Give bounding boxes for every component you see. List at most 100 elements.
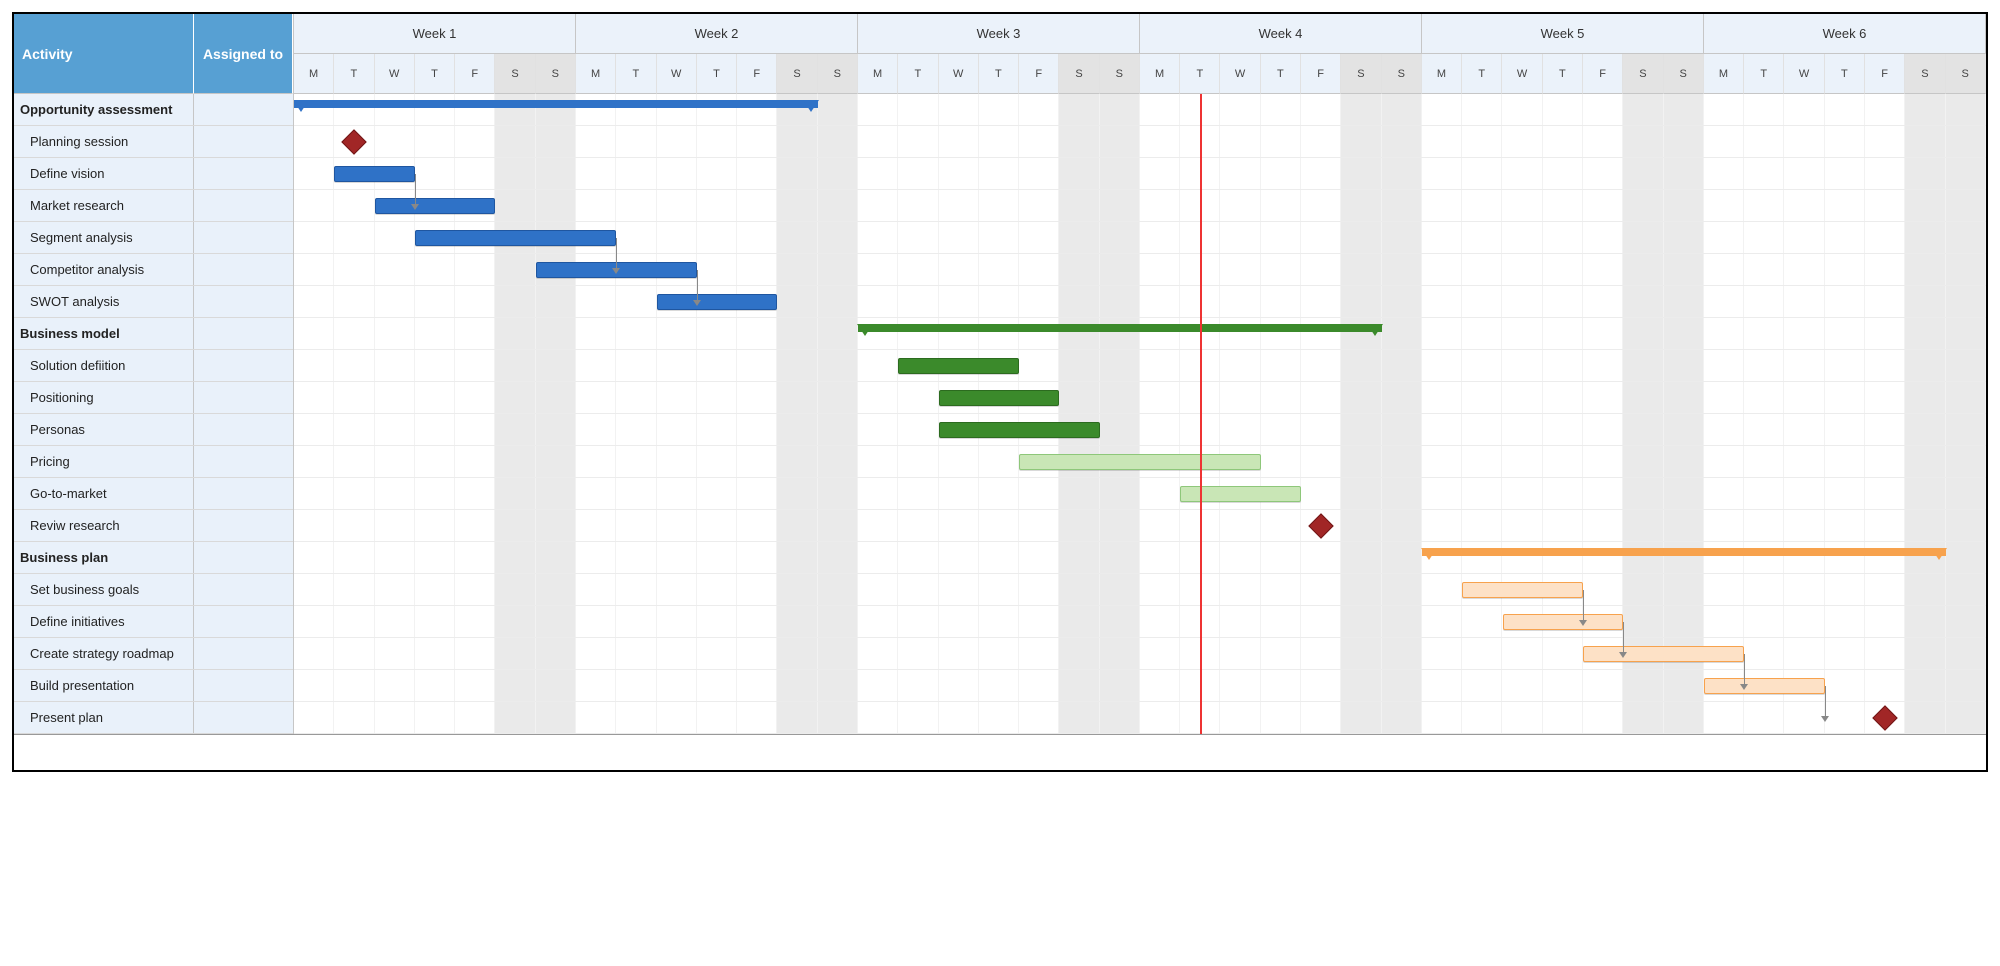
timeline-body[interactable]: [294, 94, 1986, 734]
timeline-row[interactable]: [294, 350, 1986, 382]
dependency-arrow-icon: [1583, 590, 1584, 622]
day-header: S: [1623, 54, 1663, 94]
task-row[interactable]: Planning session: [14, 126, 293, 158]
summary-bar[interactable]: [858, 324, 1382, 332]
task-bar[interactable]: [939, 422, 1100, 438]
day-header: S: [1905, 54, 1945, 94]
timeline-row[interactable]: [294, 638, 1986, 670]
day-header: M: [576, 54, 616, 94]
timeline-row[interactable]: [294, 574, 1986, 606]
task-label: Build presentation: [14, 670, 194, 701]
task-bar[interactable]: [1019, 454, 1261, 470]
task-row[interactable]: Present plan: [14, 702, 293, 734]
week-header: Week 1: [294, 14, 576, 54]
day-header: S: [1946, 54, 1986, 94]
assigned-cell: [194, 254, 293, 285]
task-label: SWOT analysis: [14, 286, 194, 317]
day-header: S: [1664, 54, 1704, 94]
day-header: S: [818, 54, 858, 94]
task-bar[interactable]: [1462, 582, 1583, 598]
group-row[interactable]: Opportunity assessment: [14, 94, 293, 126]
group-row[interactable]: Business plan: [14, 542, 293, 574]
timeline-row[interactable]: [294, 126, 1986, 158]
day-header: T: [1261, 54, 1301, 94]
task-row[interactable]: SWOT analysis: [14, 286, 293, 318]
timeline-row[interactable]: [294, 254, 1986, 286]
task-bar[interactable]: [1180, 486, 1301, 502]
task-label: Set business goals: [14, 574, 194, 605]
task-bar[interactable]: [1704, 678, 1825, 694]
column-header-activity[interactable]: Activity: [14, 14, 194, 94]
day-header: T: [1180, 54, 1220, 94]
day-header: T: [697, 54, 737, 94]
gantt-footer: [14, 734, 1986, 770]
task-row[interactable]: Market research: [14, 190, 293, 222]
day-header: S: [495, 54, 535, 94]
timeline-row[interactable]: [294, 318, 1986, 350]
timeline-row[interactable]: [294, 606, 1986, 638]
task-row[interactable]: Set business goals: [14, 574, 293, 606]
assigned-cell: [194, 606, 293, 637]
timeline-row[interactable]: [294, 94, 1986, 126]
day-header: T: [979, 54, 1019, 94]
assigned-cell: [194, 446, 293, 477]
assigned-cell: [194, 350, 293, 381]
day-header: T: [616, 54, 656, 94]
summary-bar[interactable]: [294, 100, 818, 108]
dependency-arrow-icon: [1744, 654, 1745, 686]
milestone-diamond-icon[interactable]: [1309, 513, 1334, 538]
task-label: Pricing: [14, 446, 194, 477]
task-row[interactable]: Define initiatives: [14, 606, 293, 638]
week-header: Week 6: [1704, 14, 1986, 54]
task-bar[interactable]: [1503, 614, 1624, 630]
day-header: T: [1744, 54, 1784, 94]
dependency-arrow-icon: [415, 174, 416, 206]
timeline-row[interactable]: [294, 510, 1986, 542]
task-row[interactable]: Go-to-market: [14, 478, 293, 510]
timeline-row[interactable]: [294, 414, 1986, 446]
task-list-header: Activity Assigned to: [14, 14, 293, 94]
task-row[interactable]: Positioning: [14, 382, 293, 414]
timeline-row[interactable]: [294, 286, 1986, 318]
task-row[interactable]: Solution defiition: [14, 350, 293, 382]
task-row[interactable]: Define vision: [14, 158, 293, 190]
task-label: Go-to-market: [14, 478, 194, 509]
assigned-cell: [194, 318, 293, 349]
task-bar[interactable]: [898, 358, 1019, 374]
timeline-row[interactable]: [294, 158, 1986, 190]
task-bar[interactable]: [657, 294, 778, 310]
task-row[interactable]: Pricing: [14, 446, 293, 478]
milestone-diamond-icon[interactable]: [1873, 705, 1898, 730]
task-bar[interactable]: [415, 230, 616, 246]
timeline-row[interactable]: [294, 670, 1986, 702]
timeline-row[interactable]: [294, 446, 1986, 478]
task-row[interactable]: Build presentation: [14, 670, 293, 702]
timeline-row[interactable]: [294, 478, 1986, 510]
task-label: Business plan: [14, 542, 194, 573]
task-row[interactable]: Create strategy roadmap: [14, 638, 293, 670]
group-row[interactable]: Business model: [14, 318, 293, 350]
task-label: Define initiatives: [14, 606, 194, 637]
timeline-row[interactable]: [294, 190, 1986, 222]
timeline-row[interactable]: [294, 542, 1986, 574]
day-header: S: [1059, 54, 1099, 94]
task-bar[interactable]: [1583, 646, 1744, 662]
task-row[interactable]: Personas: [14, 414, 293, 446]
task-label: Present plan: [14, 702, 194, 733]
timeline-row[interactable]: [294, 222, 1986, 254]
summary-bar[interactable]: [1422, 548, 1946, 556]
timeline-row[interactable]: [294, 382, 1986, 414]
task-bar[interactable]: [375, 198, 496, 214]
task-bar[interactable]: [939, 390, 1060, 406]
column-header-assigned[interactable]: Assigned to: [194, 14, 293, 94]
task-label: Competitor analysis: [14, 254, 194, 285]
task-row[interactable]: Competitor analysis: [14, 254, 293, 286]
timeline-row[interactable]: [294, 702, 1986, 734]
day-header: T: [1543, 54, 1583, 94]
task-row[interactable]: Reviw research: [14, 510, 293, 542]
task-row[interactable]: Segment analysis: [14, 222, 293, 254]
task-bar[interactable]: [334, 166, 415, 182]
milestone-diamond-icon[interactable]: [342, 129, 367, 154]
assigned-cell: [194, 510, 293, 541]
assigned-cell: [194, 94, 293, 125]
